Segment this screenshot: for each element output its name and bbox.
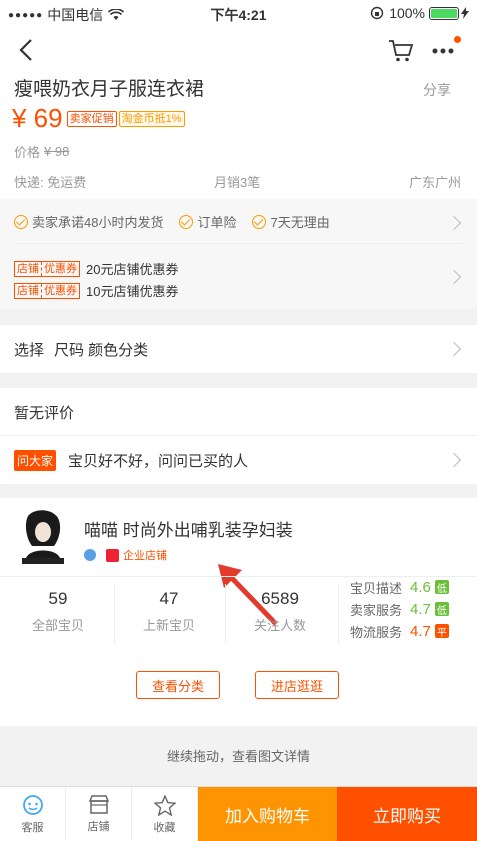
shop-name[interactable]: 喵喵 时尚外出哺乳装孕妇装	[84, 516, 293, 541]
status-bar: ●●●●● 中国电信 下午4:21 100%	[0, 0, 477, 26]
stat-new-items[interactable]: 47 上新宝贝	[114, 589, 224, 634]
charging-icon	[461, 7, 469, 19]
orientation-lock-icon	[370, 6, 384, 20]
shop-scores: 宝贝描述 4.6 低 卖家服务 4.7 低 物流服务 4.7 平	[350, 576, 449, 642]
score-row: 宝贝描述 4.6 低	[350, 578, 449, 596]
check-circle-icon	[14, 215, 28, 229]
product-title: 瘦喂奶衣月子服连衣裙	[14, 79, 205, 100]
battery-percent: 100%	[389, 5, 425, 21]
shop-badges: 企业店铺	[84, 547, 167, 563]
monthly-sales: 月销3笔	[214, 175, 261, 190]
promise-item: 卖家承诺48小时内发货	[14, 212, 163, 231]
more-icon[interactable]	[432, 48, 454, 54]
check-circle-icon	[252, 215, 267, 229]
location: 广东广州	[408, 175, 461, 190]
add-to-cart-button[interactable]: 加入购物车	[198, 787, 337, 841]
battery-icon	[429, 6, 459, 20]
tab-favorite[interactable]: 收藏	[132, 787, 198, 841]
stat-followers[interactable]: 6589 关注人数	[225, 589, 335, 634]
coupon-tag: 店铺 优惠券	[14, 282, 80, 299]
coupon-tag: 店铺 优惠券	[14, 260, 80, 277]
tab-store[interactable]: 店铺	[66, 787, 132, 841]
divider	[14, 243, 463, 244]
original-price-row: 价格 ¥ 98	[14, 142, 69, 161]
view-category-button[interactable]: 查看分类	[136, 671, 220, 699]
price: ¥ 69	[12, 103, 63, 133]
continue-drag-hint: 继续拖动，查看图文详情	[166, 749, 310, 764]
coupon-text: 20元店铺优惠券	[86, 262, 179, 277]
score-row: 卖家服务 4.7 低	[350, 600, 449, 618]
score-row: 物流服务 4.7 平	[350, 622, 449, 640]
bottom-action-bar: 客服 店铺 收藏 加入购物车 立即购买	[0, 786, 477, 841]
select-options: 尺码 颜色分类	[54, 341, 149, 359]
nav-bar	[0, 26, 477, 74]
divider	[338, 584, 339, 644]
star-icon	[153, 794, 176, 816]
price-row: ¥ 69 卖家促销 淘金币抵1%	[12, 103, 185, 134]
shop-logo[interactable]	[14, 508, 72, 568]
ask-text: 宝贝好不好，问问已买的人	[68, 452, 249, 470]
promo-tag: 卖家促销	[66, 110, 117, 127]
notification-dot	[454, 36, 461, 43]
select-label: 选择	[14, 341, 45, 359]
original-price: ¥ 98	[44, 144, 70, 159]
promise-item: 7天无理由	[252, 212, 330, 231]
promise-row[interactable]: 卖家承诺48小时内发货 订单险 7天无理由	[14, 212, 330, 231]
check-circle-icon	[179, 215, 194, 229]
coupon-row[interactable]: 店铺 优惠券 20元店铺优惠券	[14, 259, 178, 278]
store-icon	[88, 795, 109, 814]
original-price-label: 价格	[14, 145, 41, 160]
select-sku-row[interactable]: 选择 尺码 颜色分类	[0, 325, 477, 373]
share-button[interactable]: 分享	[423, 80, 451, 100]
enterprise-icon	[106, 548, 119, 562]
coupon-row[interactable]: 店铺 优惠券 10元店铺优惠券	[14, 281, 178, 300]
promise-item: 订单险	[179, 212, 236, 231]
stat-all-items[interactable]: 59 全部宝贝	[3, 589, 113, 634]
coupon-text: 10元店铺优惠券	[86, 284, 179, 299]
shipping-info: 快递: 免运费	[14, 175, 87, 190]
enter-shop-button[interactable]: 进店逛逛	[255, 671, 339, 699]
customer-service-icon	[22, 795, 43, 815]
buy-now-button[interactable]: 立即购买	[337, 787, 477, 841]
tab-service[interactable]: 客服	[0, 787, 66, 841]
back-icon[interactable]	[18, 38, 34, 62]
ask-row[interactable]: 问大家 宝贝好不好，问问已买的人	[14, 436, 477, 484]
coin-tag: 淘金币抵1%	[118, 110, 185, 127]
ask-badge: 问大家	[14, 449, 57, 471]
shop-level-icon	[84, 549, 96, 561]
cart-icon[interactable]	[388, 39, 414, 63]
enterprise-badge: 企业店铺	[123, 550, 167, 562]
review-title: 暂无评价	[14, 405, 75, 422]
